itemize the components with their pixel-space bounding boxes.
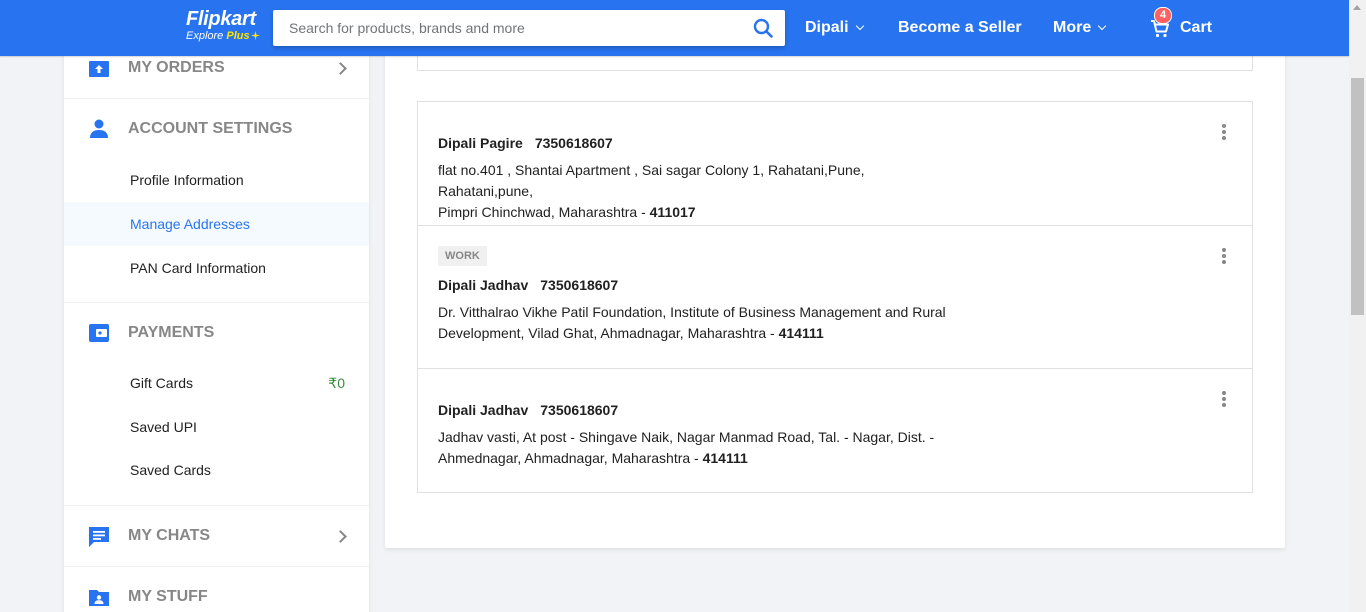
sidebar-item-saved-cards[interactable]: Saved Cards xyxy=(64,448,369,492)
manage-addresses-panel: Dipali Pagire 7350618607 flat no.401 , Sh… xyxy=(385,33,1285,548)
account-sidebar: MY ORDERS ACCOUNT SETTINGS Profile Infor… xyxy=(64,38,369,612)
sidebar-item-pan-card-information[interactable]: PAN Card Information xyxy=(64,246,369,290)
more-options-icon[interactable] xyxy=(1222,391,1226,407)
sidebar-item-label: Saved UPI xyxy=(130,419,197,435)
address-line2: Pimpri Chinchwad, Maharashtra - xyxy=(438,204,650,220)
flipkart-logo[interactable]: Flipkart Explore Plus xyxy=(186,9,260,42)
cart-label: Cart xyxy=(1180,19,1213,36)
more-options-icon[interactable] xyxy=(1222,248,1226,264)
become-seller-label: Become a Seller xyxy=(898,19,1022,36)
plus-sparkle-icon xyxy=(250,31,260,40)
chevron-down-icon xyxy=(1097,21,1107,31)
logo-text: Flipkart xyxy=(186,8,256,30)
sidebar-item-saved-upi[interactable]: Saved UPI xyxy=(64,405,369,449)
sidebar-item-manage-addresses[interactable]: Manage Addresses xyxy=(64,202,369,246)
cart-button[interactable]: 4 Cart xyxy=(1150,0,1212,56)
address-line1: Jadhav vasti, At post - Shingave Naik, N… xyxy=(438,429,935,445)
wallet-icon xyxy=(89,324,109,342)
sidebar-item-label: Manage Addresses xyxy=(130,216,250,232)
address-line1: flat no.401 , Shantai Apartment , Sai sa… xyxy=(438,162,865,199)
folder-icon xyxy=(89,590,109,606)
my-orders-label: MY ORDERS xyxy=(128,59,225,76)
become-seller-link[interactable]: Become a Seller xyxy=(898,0,1022,56)
user-menu[interactable]: Dipali xyxy=(805,0,864,56)
search-icon[interactable] xyxy=(753,18,773,38)
address-contact: Dipali Pagire 7350618607 xyxy=(438,135,1232,151)
sidebar-item-label: Profile Information xyxy=(130,172,244,188)
chevron-right-icon xyxy=(334,61,347,75)
address-line2: Development, Vilad Ghat, Ahmadnagar, Mah… xyxy=(438,325,779,341)
sidebar-section-payments: PAYMENTS xyxy=(64,303,369,363)
address-contact: Dipali Jadhav 7350618607 xyxy=(438,402,1232,418)
address-type-badge: WORK xyxy=(438,246,487,266)
chat-icon xyxy=(89,527,109,547)
logo-subtext: Explore Plus xyxy=(186,30,260,42)
chevron-down-icon xyxy=(855,21,864,31)
address-pincode: 414111 xyxy=(702,450,748,466)
gift-card-balance: ₹0 xyxy=(328,374,345,391)
address-text: Jadhav vasti, At post - Shingave Naik, N… xyxy=(438,427,958,469)
scroll-up-arrow-icon[interactable] xyxy=(1353,5,1361,10)
address-line1: Dr. Vitthalrao Vikhe Patil Foundation, I… xyxy=(438,304,946,320)
address-list: Dipali Pagire 7350618607 flat no.401 , Sh… xyxy=(417,101,1253,493)
chevron-right-icon xyxy=(334,529,347,543)
cart-count-badge: 4 xyxy=(1154,7,1172,24)
logo-explore: Explore xyxy=(186,30,224,42)
my-stuff-label: MY STUFF xyxy=(128,588,208,605)
address-contact: Dipali Jadhav 7350618607 xyxy=(438,277,1232,293)
top-header: Flipkart Explore Plus Dipali Become a Se… xyxy=(0,0,1349,56)
address-card: WORK Dipali Jadhav 7350618607 Dr. Vitthal… xyxy=(418,226,1252,369)
sidebar-item-profile-information[interactable]: Profile Information xyxy=(64,158,369,202)
sidebar-item-my-chats[interactable]: MY CHATS xyxy=(64,506,369,566)
sidebar-section-my-stuff: MY STUFF xyxy=(64,567,369,612)
more-options-icon[interactable] xyxy=(1222,124,1226,140)
address-pincode: 414111 xyxy=(778,325,824,341)
sidebar-item-label: Saved Cards xyxy=(130,462,211,478)
sidebar-item-gift-cards[interactable]: Gift Cards ₹0 xyxy=(64,361,369,405)
more-menu[interactable]: More xyxy=(1053,0,1107,56)
address-phone: 7350618607 xyxy=(540,402,619,418)
address-line2: Ahmednagar, Ahmadnagar, Maharashtra - xyxy=(438,450,703,466)
address-card: Dipali Jadhav 7350618607 Jadhav vasti, At… xyxy=(418,369,1252,492)
address-text: Dr. Vitthalrao Vikhe Patil Foundation, I… xyxy=(438,302,958,344)
my-chats-label: MY CHATS xyxy=(128,527,211,544)
payments-label: PAYMENTS xyxy=(128,324,215,341)
address-text: flat no.401 , Shantai Apartment , Sai sa… xyxy=(438,160,958,223)
sidebar-item-label: PAN Card Information xyxy=(130,260,266,276)
cart-icon-wrap: 4 xyxy=(1150,7,1172,39)
search-input[interactable] xyxy=(273,10,733,46)
sidebar-section-account-settings: ACCOUNT SETTINGS xyxy=(64,99,369,159)
address-phone: 7350618607 xyxy=(534,135,613,151)
scrollbar-thumb[interactable] xyxy=(1351,78,1364,315)
address-name: Dipali Jadhav xyxy=(438,402,529,418)
address-pincode: 411017 xyxy=(649,204,696,220)
more-label: More xyxy=(1053,19,1092,36)
page-scrollbar[interactable] xyxy=(1349,0,1366,612)
sidebar-item-label: Gift Cards xyxy=(130,375,194,391)
orders-icon xyxy=(89,61,109,77)
address-card: Dipali Pagire 7350618607 flat no.401 , Sh… xyxy=(418,102,1252,226)
address-name: Dipali Jadhav xyxy=(438,277,529,293)
account-settings-label: ACCOUNT SETTINGS xyxy=(128,120,293,137)
address-phone: 7350618607 xyxy=(540,277,619,293)
person-icon xyxy=(90,119,108,138)
search-bar xyxy=(273,10,785,46)
logo-plus: Plus xyxy=(226,30,250,42)
user-name: Dipali xyxy=(805,19,849,36)
address-name: Dipali Pagire xyxy=(438,135,523,151)
